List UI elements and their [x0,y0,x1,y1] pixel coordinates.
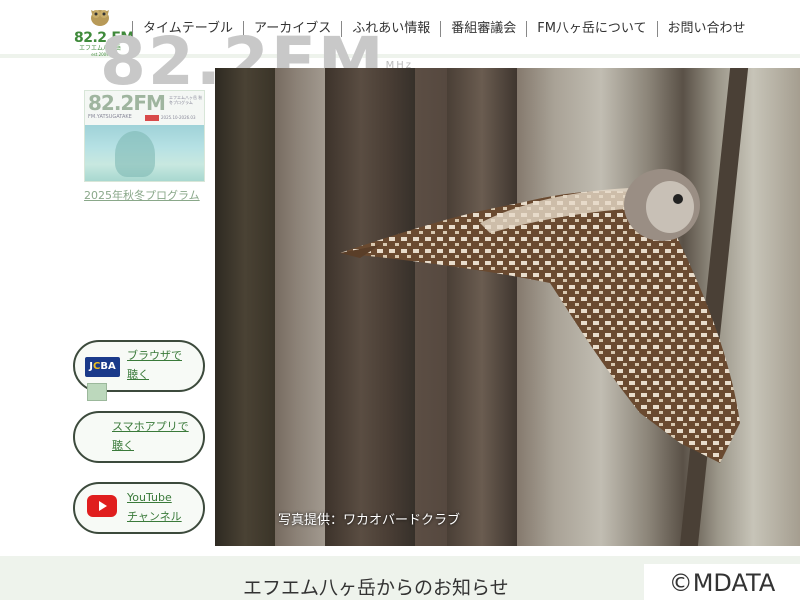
notice-title: エフエム八ヶ岳からのお知らせ [243,577,509,599]
listen-app-button[interactable]: スマホアプリで 聴く [73,411,205,463]
owl-logo-icon [91,10,109,26]
nav-about[interactable]: FM八ヶ岳について [526,21,656,37]
banner-right-text: エフエム八ヶ岳 秋冬プログラム [169,95,203,105]
banner-station: FM.YATSUGATAKE [88,114,132,120]
listen-browser-line1: ブラウザで [127,349,182,362]
program-link[interactable]: 2025年秋冬プログラム [84,187,200,203]
hero-photo-owl: 写真提供：ワカオバードクラブ [215,68,800,546]
copyright-watermark: ©MDATA [644,564,800,600]
photo-credit: 写真提供：ワカオバードクラブ [278,513,461,528]
banner-frequency: 82.2FM [88,91,166,115]
banner-header: 82.2FM FM.YATSUGATAKE エフエム八ヶ岳 秋冬プログラム 20… [85,91,204,125]
youtube-channel-button[interactable]: YouTube チャンネル [73,482,205,534]
banner-red-badge [145,115,159,121]
nav-program-council[interactable]: 番組審議会 [440,21,526,37]
listen-browser-line2: 聴く [127,368,149,381]
youtube-line2: チャンネル [127,510,182,523]
program-banner[interactable]: 82.2FM FM.YATSUGATAKE エフエム八ヶ岳 秋冬プログラム 20… [84,90,205,182]
banner-figure [115,131,155,177]
youtube-line1: YouTube [127,491,172,504]
owl-illustration [340,169,740,463]
app-thumbnail-icon[interactable] [87,383,107,401]
youtube-icon [87,495,117,517]
listen-app-line2: 聴く [112,439,134,452]
nav-contact[interactable]: お問い合わせ [656,21,756,37]
banner-illustration [85,125,204,181]
listen-app-line1: スマホアプリで [112,420,189,433]
banner-date: 2025.10-2026.03 [161,115,196,120]
tree-trunk-left [215,68,275,546]
jcba-icon: JCBA [85,357,120,377]
